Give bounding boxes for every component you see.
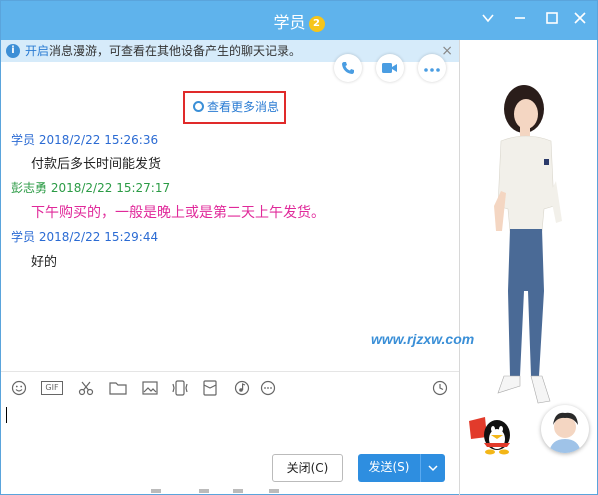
contact-name: 学员 (273, 13, 306, 32)
level-badge-icon: 2 (308, 16, 325, 32)
more-tools-icon[interactable] (259, 380, 277, 396)
message-header: 学员 2018/2/22 15:29:44 (11, 228, 158, 245)
message-body: 下午购买的，一般是晚上或是第二天上午发货。 (31, 205, 325, 221)
close-button[interactable]: 关闭(C) (272, 454, 343, 482)
message-time: 2018/2/22 15:27:17 (50, 181, 171, 195)
message-time: 2018/2/22 15:26:36 (38, 133, 159, 147)
bottom-taskbar-strip (151, 489, 279, 493)
message-header: 学员 2018/2/22 15:26:36 (11, 131, 158, 148)
message-body: 好的 (31, 255, 58, 270)
avatar[interactable] (541, 405, 589, 453)
music-icon[interactable] (233, 380, 251, 396)
site-watermark: www.rjzxw.com (371, 331, 475, 347)
dropdown-arrow-icon[interactable] (478, 10, 498, 30)
title-bar: 学员 2 (1, 1, 597, 40)
send-button[interactable]: 发送(S) (358, 454, 420, 482)
chat-window: 学员 2 i 开启消息漫游，可查看在其他设备产生的聊天记录。 × 查看更多消息 学… (0, 0, 598, 495)
message-header: 彭志勇 2018/2/22 15:27:17 (11, 179, 170, 196)
screenshot-scissors-icon[interactable] (77, 380, 95, 396)
more-options-button[interactable] (418, 54, 446, 82)
window-title: 学员 2 (1, 9, 597, 33)
qq-penguin-logo (469, 417, 510, 455)
enable-roaming-link[interactable]: 开启 (25, 44, 49, 58)
panel-divider (459, 40, 460, 495)
maximize-button[interactable] (542, 10, 562, 30)
video-call-button[interactable] (376, 54, 404, 82)
view-more-label: 查看更多消息 (207, 100, 280, 114)
image-icon[interactable] (141, 380, 159, 396)
emoji-icon[interactable] (10, 380, 28, 396)
character-show-illustration (494, 85, 562, 404)
toolbar-divider (1, 371, 459, 372)
gif-icon[interactable]: GIF (41, 381, 63, 395)
sender-name: 彭志勇 (11, 181, 48, 195)
view-more-messages-link[interactable]: 查看更多消息 (183, 91, 286, 124)
send-options-dropdown[interactable] (420, 454, 445, 482)
minimize-button[interactable] (510, 10, 530, 30)
close-window-button[interactable] (570, 10, 590, 30)
red-packet-icon[interactable] (201, 380, 219, 396)
message-history-clock-icon[interactable] (431, 380, 449, 396)
shake-window-icon[interactable] (171, 380, 189, 396)
clock-icon (193, 101, 204, 112)
info-icon: i (6, 44, 20, 58)
voice-call-button[interactable] (334, 54, 362, 82)
sender-name: 学员 (11, 133, 36, 147)
sender-name: 学员 (11, 230, 36, 244)
message-input-caret[interactable] (6, 407, 7, 423)
notice-text: 消息漫游，可查看在其他设备产生的聊天记录。 (49, 44, 302, 58)
message-time: 2018/2/22 15:29:44 (38, 230, 159, 244)
message-body: 付款后多长时间能发货 (31, 157, 162, 172)
folder-icon[interactable] (109, 380, 127, 396)
